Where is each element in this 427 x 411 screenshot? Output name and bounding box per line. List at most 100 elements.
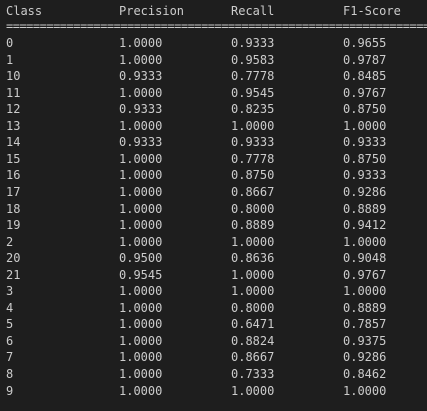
cell-class: 13 — [6, 118, 21, 133]
cell-f1-score: 0.9333 — [343, 135, 387, 150]
table-row: 13 1.0000 1.0000 1.0000 — [6, 118, 427, 134]
cell-precision: 1.0000 — [119, 118, 163, 133]
cell-f1-score: 0.8485 — [343, 69, 387, 84]
header-f1-score: F1-Score — [343, 4, 401, 18]
cell-precision: 1.0000 — [119, 184, 163, 199]
cell-recall: 0.9545 — [231, 85, 275, 100]
cell-precision: 1.0000 — [119, 168, 163, 183]
cell-recall: 0.9583 — [231, 52, 275, 67]
cell-recall: 0.7333 — [231, 367, 275, 381]
cell-precision: 1.0000 — [119, 284, 163, 299]
table-row: 16 1.0000 0.8750 0.9333 — [6, 167, 427, 183]
cell-class: 16 — [6, 168, 21, 183]
cell-f1-score: 0.9767 — [343, 267, 387, 282]
cell-recall: 0.8667 — [231, 350, 275, 365]
table-row: 11 1.0000 0.9545 0.9767 — [6, 85, 427, 101]
header-precision: Precision — [119, 4, 185, 18]
table-row: 21 0.9545 1.0000 0.9767 — [6, 267, 427, 283]
cell-f1-score: 0.9655 — [343, 36, 387, 50]
cell-recall: 0.8636 — [231, 251, 275, 266]
cell-recall: 0.8000 — [231, 201, 275, 216]
table-row: 15 1.0000 0.7778 0.8750 — [6, 151, 427, 167]
cell-precision: 1.0000 — [119, 383, 163, 398]
cell-f1-score: 0.9412 — [343, 218, 387, 233]
cell-f1-score: 0.9787 — [343, 52, 387, 67]
cell-f1-score: 0.8889 — [343, 300, 387, 315]
cell-recall: 1.0000 — [231, 267, 275, 282]
table-row: 3 1.0000 1.0000 1.0000 — [6, 283, 427, 299]
cell-recall: 0.8824 — [231, 333, 275, 348]
cell-precision: 0.9333 — [119, 102, 163, 117]
cell-precision: 1.0000 — [119, 350, 163, 365]
table-row: 18 1.0000 0.8000 0.8889 — [6, 201, 427, 217]
cell-precision: 1.0000 — [119, 300, 163, 315]
table-row: 6 1.0000 0.8824 0.9375 — [6, 333, 427, 349]
table-row: 12 0.9333 0.8235 0.8750 — [6, 101, 427, 117]
table-separator: ========================================… — [6, 19, 427, 33]
cell-precision: 1.0000 — [119, 333, 163, 348]
cell-f1-score: 0.9286 — [343, 184, 387, 199]
cell-precision: 0.9333 — [119, 69, 163, 84]
header-recall: Recall — [231, 4, 275, 18]
cell-recall: 1.0000 — [231, 234, 275, 249]
table-row: 20 0.9500 0.8636 0.9048 — [6, 250, 427, 266]
cell-class: 19 — [6, 218, 21, 233]
table-row: 2 1.0000 1.0000 1.0000 — [6, 234, 427, 250]
cell-f1-score: 0.7857 — [343, 317, 387, 332]
cell-f1-score: 0.9767 — [343, 85, 387, 100]
table-row: 7 1.0000 0.8667 0.9286 — [6, 349, 427, 365]
cell-precision: 0.9545 — [119, 267, 163, 282]
table-row: 19 1.0000 0.8889 0.9412 — [6, 217, 427, 233]
cell-class: 21 — [6, 267, 21, 282]
cell-class: 11 — [6, 85, 21, 100]
cell-precision: 1.0000 — [119, 317, 163, 332]
cell-f1-score: 0.8750 — [343, 151, 387, 166]
cell-f1-score: 0.9048 — [343, 251, 387, 266]
table-row: 0 1.0000 0.9333 0.9655 — [6, 35, 427, 51]
cell-recall: 0.8889 — [231, 218, 275, 233]
cell-precision: 1.0000 — [119, 52, 163, 67]
cell-recall: 0.8000 — [231, 300, 275, 315]
cell-precision: 1.0000 — [119, 234, 163, 249]
table-header-row: Class Precision Recall F1-Score — [6, 3, 427, 19]
cell-class: 10 — [6, 69, 21, 84]
cell-class: 9 — [6, 383, 14, 398]
cell-recall: 0.9333 — [231, 36, 275, 50]
cell-f1-score: 0.8889 — [343, 201, 387, 216]
cell-f1-score: 1.0000 — [343, 284, 387, 299]
cell-f1-score: 0.8750 — [343, 102, 387, 117]
cell-f1-score: 0.9333 — [343, 168, 387, 183]
cell-class: 0 — [6, 36, 14, 50]
cell-f1-score: 1.0000 — [343, 234, 387, 249]
cell-recall: 0.8667 — [231, 184, 275, 199]
cell-f1-score: 0.8462 — [343, 367, 387, 381]
cell-precision: 1.0000 — [119, 201, 163, 216]
cell-precision: 1.0000 — [119, 36, 163, 50]
cell-class: 2 — [6, 234, 14, 249]
cell-precision: 0.9333 — [119, 135, 163, 150]
cell-precision: 1.0000 — [119, 85, 163, 100]
cell-recall: 0.9333 — [231, 135, 275, 150]
cell-precision: 1.0000 — [119, 151, 163, 166]
cell-recall: 1.0000 — [231, 383, 275, 398]
cell-class: 6 — [6, 333, 14, 348]
table-row: 10 0.9333 0.7778 0.8485 — [6, 68, 427, 84]
cell-class: 12 — [6, 102, 21, 117]
cell-recall: 0.8750 — [231, 168, 275, 183]
cell-recall: 0.7778 — [231, 151, 275, 166]
cell-class: 15 — [6, 151, 21, 166]
cell-precision: 1.0000 — [119, 218, 163, 233]
cell-class: 17 — [6, 184, 21, 199]
cell-recall: 0.7778 — [231, 69, 275, 84]
cell-recall: 0.8235 — [231, 102, 275, 117]
header-class: Class — [6, 4, 43, 18]
cell-class: 5 — [6, 317, 14, 332]
cell-recall: 1.0000 — [231, 118, 275, 133]
cell-recall: 0.6471 — [231, 317, 275, 332]
table-row: 9 1.0000 1.0000 1.0000 — [6, 383, 427, 399]
table-row: 8 1.0000 0.7333 0.8462 — [6, 366, 427, 382]
cell-f1-score: 0.9375 — [343, 333, 387, 348]
cell-f1-score: 1.0000 — [343, 118, 387, 133]
table-row: 4 1.0000 0.8000 0.8889 — [6, 300, 427, 316]
table-row: 1 1.0000 0.9583 0.9787 — [6, 52, 427, 68]
